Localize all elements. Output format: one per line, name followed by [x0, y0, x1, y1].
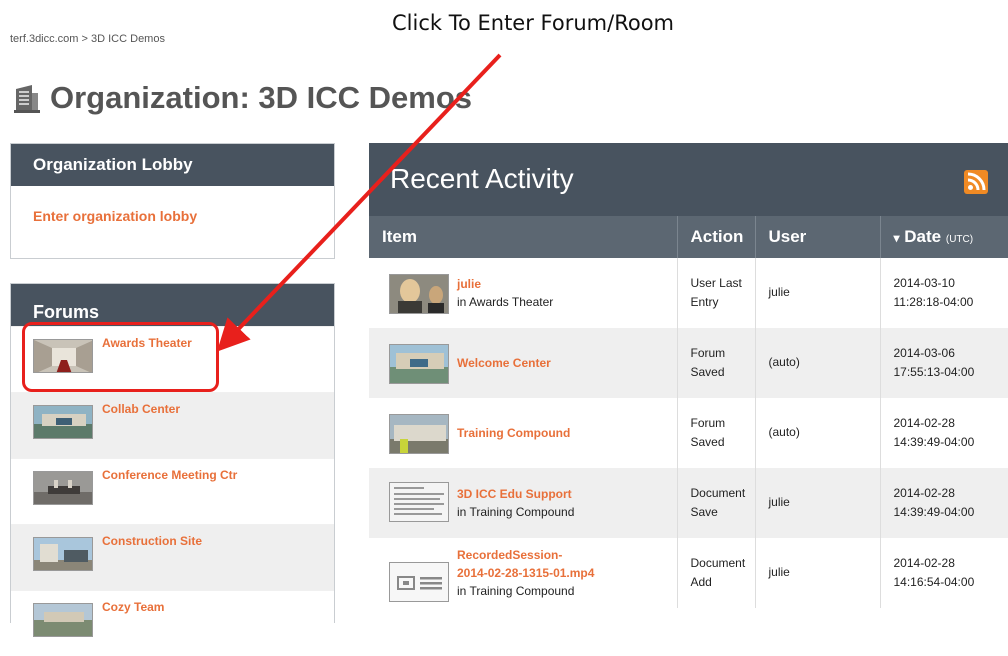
enter-lobby-link[interactable]: Enter organization lobby: [33, 208, 334, 224]
action-text: Save: [690, 505, 718, 519]
rss-icon[interactable]: [964, 170, 988, 194]
date-text: 2014-03-10: [893, 275, 955, 290]
page-title: Organization: 3D ICC Demos: [14, 80, 472, 116]
forum-item-construction-site[interactable]: Construction Site: [11, 524, 334, 590]
highlight-box: [22, 322, 219, 392]
action-cell: Forum Saved: [676, 328, 755, 398]
item-cell: Welcome Center: [369, 328, 677, 398]
item-link[interactable]: julie: [457, 275, 677, 293]
item-cell: 3D ICC Edu Support in Training Compound: [369, 468, 677, 538]
forum-item-collab-center[interactable]: Collab Center: [11, 392, 334, 458]
video-file-icon[interactable]: [389, 562, 449, 602]
date-text: 2014-02-28: [893, 555, 955, 570]
table-row: Welcome Center Forum Saved (auto) 2014-03…: [369, 328, 1008, 398]
date-text: 2014-03-06: [893, 345, 955, 360]
column-header-item[interactable]: Item: [369, 216, 677, 258]
action-cell: Document Add: [676, 538, 755, 608]
item-location: in Training Compound: [457, 584, 575, 598]
date-cell: 2014-03-10 11:28:18-04:00: [879, 258, 1008, 328]
date-unit: (UTC): [945, 234, 974, 245]
user-cell: (auto): [754, 398, 880, 468]
forums-header: Forums: [11, 284, 334, 326]
forum-link[interactable]: Collab Center: [102, 402, 180, 416]
user-cell: julie: [754, 468, 880, 538]
activity-header: Recent Activity: [369, 143, 1008, 216]
item-link[interactable]: 3D ICC Edu Support: [457, 485, 677, 503]
action-text: Forum: [690, 415, 726, 430]
action-cell: User Last Entry: [676, 258, 755, 328]
date-cell: 2014-02-28 14:16:54-04:00: [879, 538, 1008, 608]
item-link-continued[interactable]: 2014-02-28-1315-01.mp4: [457, 564, 677, 582]
action-text: User Last: [690, 275, 742, 290]
table-row: RecordedSession- 2014-02-28-1315-01.mp4 …: [369, 538, 1008, 608]
date-cell: 2014-02-28 14:39:49-04:00: [879, 398, 1008, 468]
date-cell: 2014-03-06 17:55:13-04:00: [879, 328, 1008, 398]
date-text: 2014-02-28: [893, 415, 955, 430]
action-text: Saved: [690, 365, 725, 379]
activity-table-header: Item Action User ▾ Date (UTC): [369, 216, 1008, 258]
time-text: 14:16:54-04:00: [893, 575, 975, 589]
table-row: julie in Awards Theater User Last Entry j…: [369, 258, 1008, 328]
forum-thumbnail[interactable]: [389, 344, 449, 384]
column-header-user[interactable]: User: [754, 216, 880, 258]
action-text: Forum: [690, 345, 726, 360]
document-thumbnail[interactable]: [389, 482, 449, 522]
lobby-header: Organization Lobby: [11, 144, 334, 186]
forum-thumbnail[interactable]: [389, 414, 449, 454]
activity-title: Recent Activity: [390, 163, 574, 194]
table-row: Training Compound Forum Saved (auto) 2014…: [369, 398, 1008, 468]
item-cell: RecordedSession- 2014-02-28-1315-01.mp4 …: [369, 538, 677, 608]
item-link[interactable]: Welcome Center: [457, 354, 677, 372]
forum-thumbnail[interactable]: [33, 471, 93, 505]
page-title-text: Organization: 3D ICC Demos: [50, 80, 472, 115]
sort-indicator-icon: ▾: [893, 231, 900, 245]
user-cell: (auto): [754, 328, 880, 398]
forum-item-conference-meeting-ctr[interactable]: Conference Meeting Ctr: [11, 458, 334, 524]
item-location: in Awards Theater: [457, 295, 554, 309]
time-text: 14:39:49-04:00: [893, 435, 975, 449]
item-link[interactable]: RecordedSession-: [457, 546, 677, 564]
table-row: 3D ICC Edu Support in Training Compound …: [369, 468, 1008, 538]
column-header-action[interactable]: Action: [676, 216, 755, 258]
user-avatar[interactable]: [389, 274, 449, 314]
item-cell: Training Compound: [369, 398, 677, 468]
forum-thumbnail[interactable]: [33, 537, 93, 571]
item-location: in Training Compound: [457, 505, 575, 519]
forum-link[interactable]: Conference Meeting Ctr: [102, 468, 237, 482]
forum-link[interactable]: Construction Site: [102, 534, 202, 548]
action-cell: Document Save: [676, 468, 755, 538]
annotation-callout: Click To Enter Forum/Room: [392, 11, 674, 35]
forum-thumbnail[interactable]: [33, 405, 93, 439]
breadcrumb[interactable]: terf.3dicc.com > 3D ICC Demos: [10, 33, 165, 45]
action-cell: Forum Saved: [676, 398, 755, 468]
column-header-date[interactable]: ▾ Date (UTC): [879, 216, 1008, 258]
action-text: Document: [690, 555, 746, 570]
time-text: 11:28:18-04:00: [893, 295, 974, 309]
user-cell: julie: [754, 538, 880, 608]
date-cell: 2014-02-28 14:39:49-04:00: [879, 468, 1008, 538]
activity-table: Item Action User ▾ Date (UTC) julie in A…: [369, 216, 1008, 608]
user-cell: julie: [754, 258, 880, 328]
time-text: 14:39:49-04:00: [893, 505, 975, 519]
item-cell: julie in Awards Theater: [369, 258, 677, 328]
item-link[interactable]: Training Compound: [457, 424, 677, 442]
forum-link[interactable]: Cozy Team: [102, 600, 164, 614]
action-text: Entry: [690, 295, 719, 309]
action-text: Document: [690, 485, 746, 500]
date-text: 2014-02-28: [893, 485, 955, 500]
forum-thumbnail[interactable]: [33, 603, 93, 637]
organization-lobby-panel: Organization Lobby Enter organization lo…: [10, 143, 335, 259]
time-text: 17:55:13-04:00: [893, 365, 975, 379]
action-text: Saved: [690, 435, 725, 449]
forum-item-cozy-team[interactable]: Cozy Team: [11, 590, 334, 656]
recent-activity-panel: Recent Activity Item Action User ▾ Date …: [369, 143, 1008, 614]
action-text: Add: [690, 575, 712, 589]
building-icon: [14, 85, 40, 113]
date-label: Date: [904, 227, 942, 246]
